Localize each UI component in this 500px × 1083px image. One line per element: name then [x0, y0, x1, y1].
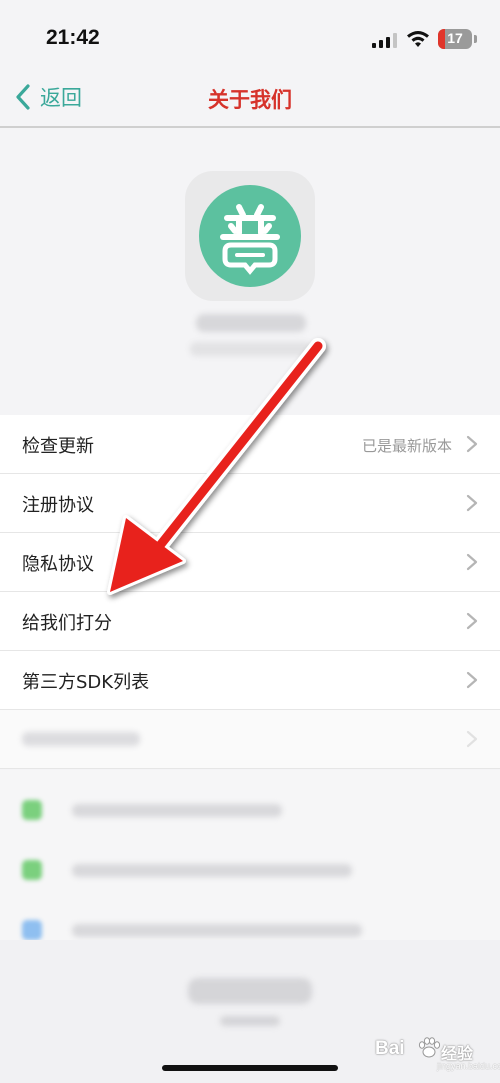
footer-text-blurred [220, 1016, 280, 1026]
battery-percent: 17 [447, 30, 463, 46]
nav-bar: 返回 关于我们 [0, 70, 500, 128]
contact-icon [22, 800, 42, 820]
watermark-url: jingyan.baidu.com [437, 1061, 500, 1071]
chevron-right-icon [466, 730, 478, 748]
chevron-right-icon [466, 494, 478, 512]
status-bar: 21:42 17 [0, 0, 500, 70]
blurred-label [22, 732, 140, 746]
row-value: 已是最新版本 [361, 437, 452, 455]
app-logo-glyph [220, 204, 280, 275]
rate-us-row[interactable]: 给我们打分 [0, 592, 500, 651]
baidu-jingyan-watermark: Bai 经验 jingyan.baidu.com [375, 1030, 500, 1074]
contact-text-blurred [72, 804, 282, 817]
contact-icon [22, 920, 42, 940]
status-time: 21:42 [46, 26, 100, 49]
watermark-bai: Bai [375, 1038, 405, 1059]
contact-row-blurred[interactable] [0, 782, 500, 838]
wifi-icon [407, 30, 429, 47]
app-name-blurred [196, 314, 306, 332]
third-party-sdk-row[interactable]: 第三方SDK列表 [0, 651, 500, 710]
app-logo-circle [199, 185, 301, 287]
app-logo [185, 171, 315, 301]
battery-tip [474, 35, 477, 43]
chevron-right-icon [466, 671, 478, 689]
check-update-row[interactable]: 检查更新 已是最新版本 [0, 415, 500, 474]
home-indicator [162, 1065, 338, 1071]
chevron-right-icon [466, 612, 478, 630]
signal-icon [372, 32, 398, 48]
chevron-right-icon [466, 435, 478, 453]
chevron-right-icon [466, 553, 478, 571]
blurred-row[interactable] [0, 710, 500, 769]
battery-icon: 17 [438, 29, 472, 49]
row-label: 第三方SDK列表 [22, 672, 150, 693]
contact-row-blurred[interactable] [0, 842, 500, 898]
paw-icon [418, 1037, 441, 1058]
row-label: 给我们打分 [22, 613, 112, 634]
row-label: 隐私协议 [22, 554, 94, 575]
contact-text-blurred [72, 924, 362, 937]
row-label: 检查更新 [22, 436, 94, 457]
footer-button-blurred[interactable] [188, 978, 312, 1004]
page-title: 关于我们 [208, 88, 292, 112]
privacy-agreement-row[interactable]: 隐私协议 [0, 533, 500, 592]
app-version-blurred [190, 342, 312, 356]
row-label: 注册协议 [22, 495, 94, 516]
contact-text-blurred [72, 864, 352, 877]
contact-icon [22, 860, 42, 880]
contact-section-blurred [0, 770, 500, 940]
settings-list: 检查更新 已是最新版本 注册协议 隐私协议 给我们打分 第三方SDK列表 [0, 415, 500, 769]
registration-agreement-row[interactable]: 注册协议 [0, 474, 500, 533]
